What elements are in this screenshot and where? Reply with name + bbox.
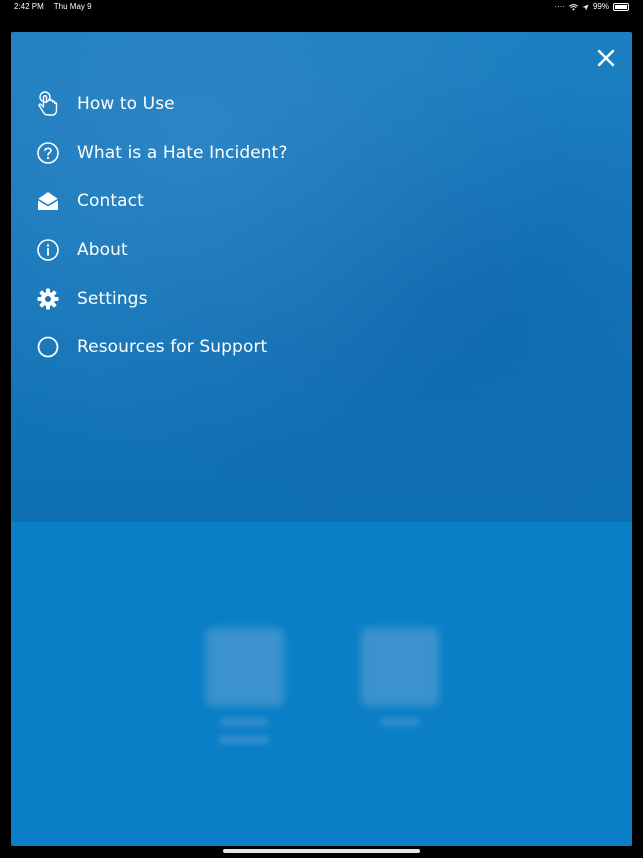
envelope-open-icon <box>37 190 59 212</box>
menu-item-label: What is a Hate Incident? <box>77 142 288 163</box>
menu-item-settings[interactable]: Settings <box>37 274 288 323</box>
app-screen: How to Use What is a Hate Incident? Cont… <box>11 32 632 846</box>
blurred-tile-right <box>361 628 439 706</box>
blurred-label-left <box>219 718 269 726</box>
app-background <box>11 522 632 846</box>
status-right: ···· 99% <box>554 0 629 14</box>
gear-icon <box>37 288 59 310</box>
battery-icon <box>613 3 629 11</box>
menu-item-label: Contact <box>77 191 144 212</box>
pointer-hand-icon <box>37 91 59 116</box>
info-circle-icon <box>37 239 59 261</box>
menu-item-about[interactable]: About <box>37 226 288 275</box>
blurred-label-left-2 <box>219 736 269 744</box>
side-menu: How to Use What is a Hate Incident? Cont… <box>37 80 288 372</box>
menu-item-what-is-hate-incident[interactable]: What is a Hate Incident? <box>37 129 288 178</box>
close-button[interactable] <box>596 48 616 68</box>
location-arrow-icon <box>582 3 589 11</box>
device-frame: 2:42 PM Thu May 9 ···· 99% How to Use Wh… <box>0 0 643 858</box>
battery-percent: 99% <box>592 2 609 11</box>
menu-item-label: Settings <box>77 288 148 309</box>
menu-item-label: How to Use <box>77 94 175 115</box>
wifi-icon <box>569 3 578 11</box>
blurred-label-right <box>380 718 420 726</box>
home-indicator[interactable] <box>223 849 420 853</box>
menu-item-how-to-use[interactable]: How to Use <box>37 80 288 129</box>
menu-item-contact[interactable]: Contact <box>37 177 288 226</box>
menu-item-label: About <box>77 240 128 261</box>
question-circle-icon <box>37 142 59 164</box>
status-bar: 2:42 PM Thu May 9 ···· 99% <box>0 0 643 14</box>
menu-item-label: Resources for Support <box>77 337 268 358</box>
blurred-tile-left <box>206 628 284 706</box>
circle-icon <box>37 336 59 358</box>
status-time: 2:42 PM <box>14 2 44 11</box>
menu-item-resources-for-support[interactable]: Resources for Support <box>37 323 288 372</box>
status-left: 2:42 PM Thu May 9 <box>14 0 92 14</box>
status-date: Thu May 9 <box>53 2 92 11</box>
close-icon <box>597 49 615 67</box>
signal-dots-icon: ···· <box>554 2 565 11</box>
